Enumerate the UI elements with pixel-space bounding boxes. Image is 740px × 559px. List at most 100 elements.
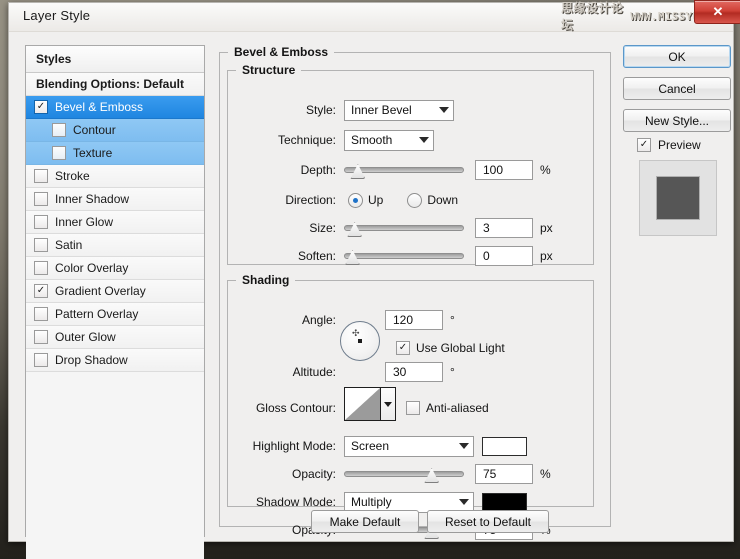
sidebar-item-inner-shadow[interactable]: Inner Shadow [26,188,204,211]
direction-up-label: Up [368,193,384,207]
radio-on-icon [348,192,363,208]
sidebar-item-label: Satin [55,237,83,252]
angle-input[interactable]: 120 [385,310,443,330]
highlight-mode-select[interactable]: Screen [344,435,474,457]
size-slider-track [344,225,464,231]
depth-label: Depth: [300,163,336,177]
altitude-label: Altitude: [292,365,336,379]
layer-style-dialog: Layer Style 思缘设计论坛 WWW.MISSYUAN.COM ✕ St… [8,0,740,559]
sidebar-item-gradient-overlay[interactable]: Gradient Overlay [26,280,204,303]
close-icon[interactable]: ✕ [694,0,740,24]
gloss-contour-preview [345,388,380,420]
sidebar-item-label: Inner Glow [55,214,114,229]
chevron-down-icon [459,443,469,449]
size-input[interactable]: 3 [475,218,533,238]
shadow-color-swatch[interactable] [482,492,527,512]
use-global-light-label: Use Global Light [416,341,505,355]
technique-select[interactable]: Smooth [344,129,434,151]
checkbox-unchecked-icon[interactable] [34,169,48,183]
sidebar-item-label: Color Overlay [55,260,129,275]
depth-slider[interactable] [344,161,464,179]
chevron-down-icon [459,499,469,505]
use-global-light-checkbox[interactable]: Use Global Light [396,341,505,355]
chevron-down-icon [383,401,392,407]
direction-up-radio[interactable]: Up [348,192,384,208]
soften-slider-track [344,253,464,259]
preview-label: Preview [658,138,701,152]
direction-down-label: Down [427,193,459,207]
checkbox-checked-icon [396,341,410,355]
checkbox-unchecked-icon[interactable] [34,307,48,321]
size-unit: px [540,221,553,235]
chevron-down-icon [419,137,429,143]
sidebar-item-pattern-overlay[interactable]: Pattern Overlay [26,303,204,326]
checkbox-unchecked-icon[interactable] [34,353,48,367]
direction-down-radio[interactable]: Down [407,192,459,208]
checkbox-unchecked-icon[interactable] [34,192,48,206]
highlight-opacity-label: Opacity: [291,467,336,481]
sidebar-item-texture[interactable]: Texture [26,142,204,165]
soften-input[interactable]: 0 [475,246,533,266]
highlight-color-swatch[interactable] [482,436,527,456]
checkbox-checked-icon[interactable] [34,284,48,298]
highlight-mode-label: Highlight Mode: [252,439,336,453]
reset-to-default-button[interactable]: Reset to Default [427,510,549,533]
make-default-button[interactable]: Make Default [311,510,419,533]
checkbox-checked-icon [637,138,651,152]
highlight-opacity-slider[interactable] [344,465,464,483]
sidebar-item-color-overlay[interactable]: Color Overlay [26,257,204,280]
sidebar-item-label: Inner Shadow [55,191,130,206]
move-cursor-icon: ✣ [352,328,360,338]
checkbox-unchecked-icon[interactable] [34,330,48,344]
shadow-mode-label: Shadow Mode: [255,495,336,509]
sidebar-item-bevel-emboss[interactable]: Bevel & Emboss [26,96,204,119]
chevron-down-icon [439,107,449,113]
shading-legend: Shading [242,273,290,287]
sidebar-item-label: Stroke [55,168,90,183]
sidebar-item-blending-options-default[interactable]: Blending Options: Default [26,73,204,96]
sidebar-item-label: Bevel & Emboss [55,99,144,114]
structure-group: Structure Style: Inner Bevel Technique: … [227,63,594,266]
soften-slider[interactable] [344,247,464,265]
style-select-value: Inner Bevel [351,103,412,117]
styles-list-empty-area [26,372,204,559]
window-title: Layer Style [23,8,91,23]
cancel-button[interactable]: Cancel [623,77,731,100]
highlight-opacity-input[interactable]: 75 [475,464,533,484]
ok-button[interactable]: OK [623,45,731,68]
new-style-button[interactable]: New Style... [623,109,731,132]
altitude-input[interactable]: 30 [385,362,443,382]
sidebar-item-drop-shadow[interactable]: Drop Shadow [26,349,204,372]
title-bar: Layer Style 思缘设计论坛 WWW.MISSYUAN.COM ✕ [9,0,740,32]
checkbox-unchecked-icon[interactable] [34,215,48,229]
sidebar-item-label: Blending Options: Default [36,76,184,91]
checkbox-checked-icon[interactable] [34,100,48,114]
styles-sidebar: Styles Blending Options: Default Bevel & … [25,45,205,559]
gloss-contour-dropdown[interactable] [379,388,395,420]
shading-group: Shading Angle: 120 ° ✣ Use Global Light [227,273,594,540]
style-select[interactable]: Inner Bevel [344,99,454,121]
sidebar-item-inner-glow[interactable]: Inner Glow [26,211,204,234]
size-slider[interactable] [344,219,464,237]
preview-checkbox[interactable]: Preview [637,138,735,152]
angle-dial-center-dot [358,339,362,343]
checkbox-unchecked-icon[interactable] [52,146,66,160]
depth-slider-track [344,167,464,173]
sidebar-item-outer-glow[interactable]: Outer Glow [26,326,204,349]
depth-input[interactable]: 100 [475,160,533,180]
sidebar-item-satin[interactable]: Satin [26,234,204,257]
anti-aliased-checkbox[interactable]: Anti-aliased [406,401,489,415]
sidebar-item-stroke[interactable]: Stroke [26,165,204,188]
gloss-contour-picker[interactable] [344,387,396,421]
soften-unit: px [540,249,553,263]
shadow-mode-value: Multiply [351,495,392,509]
styles-header: Styles [26,46,204,73]
checkbox-unchecked-icon[interactable] [34,238,48,252]
angle-dial[interactable]: ✣ [340,321,380,361]
direction-label: Direction: [285,193,336,207]
checkbox-unchecked-icon[interactable] [34,261,48,275]
technique-label: Technique: [277,133,336,147]
checkbox-unchecked-icon[interactable] [52,123,66,137]
sidebar-item-contour[interactable]: Contour [26,119,204,142]
structure-legend: Structure [242,63,296,77]
